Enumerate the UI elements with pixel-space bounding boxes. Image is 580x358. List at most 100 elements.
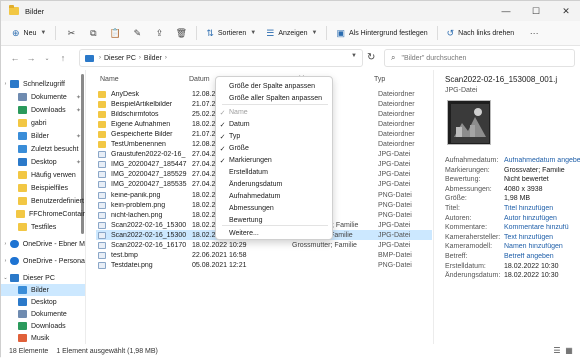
menu-item[interactable]: Größe der Spalte anpassen [216,81,334,92]
chevron-right-icon: › [138,55,141,61]
menu-item-label: Größe [229,145,249,152]
minimize-button[interactable]: — [491,1,521,21]
refresh-button[interactable]: ↻ [367,52,375,63]
menu-item[interactable]: Größe aller Spalten anpassen [216,93,334,104]
property-value[interactable]: Kommentare hinzufü [504,224,580,233]
column-header-type[interactable]: Typ [374,73,385,85]
sidebar-item[interactable]: Testfiles [1,221,85,233]
paste-button[interactable]: 📋 [104,24,126,42]
chevron-right-icon[interactable]: › [1,81,10,87]
property-value[interactable]: Aufnahmedatum angeben [504,157,580,166]
file-type: Dateiordner [378,120,415,128]
sidebar-item[interactable]: ⌄ Dieser PC [1,272,85,284]
sidebar-item[interactable]: Beispielfiles [1,182,85,194]
sidebar-item[interactable]: Musik [1,332,85,344]
sidebar-item[interactable]: Dokumente ✦ [1,91,85,103]
cut-button[interactable]: ✂ [60,24,82,42]
sidebar-item[interactable]: Zuletzt besucht [1,143,85,155]
sidebar-item-label: OneDrive - Persona [23,257,85,265]
download-icon [18,322,27,330]
recent-icon [18,145,27,153]
delete-button[interactable]: 🗑 [170,24,192,42]
up-button[interactable]: ↑ [55,53,71,63]
menu-item[interactable]: Änderungsdatum [216,179,334,190]
set-background-button[interactable]: ▣ Als Hintergrund festlegen [331,24,432,42]
sidebar-item[interactable]: Downloads ✦ [1,104,85,116]
desktop-icon [18,298,27,306]
menu-item[interactable]: Erstelldatum [216,167,334,178]
sidebar-item[interactable]: Benutzerdefiniert [1,195,85,207]
new-button[interactable]: ⊕ Neu ▼ [7,24,51,42]
image-file-icon [98,181,106,189]
file-row[interactable]: test.bmp 22.06.2021 16:58 BMP-Datei [96,251,432,261]
address-bar[interactable]: › Dieser PC › Bilder › ▼ [79,49,363,67]
image-file-icon [98,211,106,219]
column-header-date[interactable]: Datum [189,73,210,85]
rename-button[interactable]: ✎ [126,24,148,42]
divider [326,26,328,40]
view-button[interactable]: ☰ Anzeigen ▼ [261,24,322,42]
property-value: 18.02.2022 10:30 [504,262,559,270]
tiles-view-button[interactable]: ▦ [563,346,575,356]
forward-button[interactable]: → [23,53,39,63]
folder-icon [18,197,27,205]
more-options-button[interactable]: ··· [523,24,545,42]
file-row[interactable]: Testdatei.png 05.08.2021 12:21 PNG-Datei [96,261,432,271]
recent-locations-button[interactable]: ⌄ [39,55,55,62]
new-label: Neu [23,29,37,37]
property-value[interactable]: Titel hinzufügen [504,205,580,214]
cloud-icon [9,240,19,248]
chevron-right-icon[interactable]: › [1,258,10,264]
close-button[interactable]: ✕ [551,1,580,21]
menu-item[interactable]: ✓ Typ [216,131,334,142]
file-row[interactable]: Scan2022-02-16_16170 18.02.2022 10:29 Gros… [96,241,432,251]
sidebar-item[interactable]: Desktop [1,296,85,308]
sidebar-item[interactable]: Dokumente [1,308,85,320]
file-tags: Grossmutter; Familie [292,242,357,249]
menu-item[interactable]: ✓ Markierungen [216,155,334,166]
sidebar-item[interactable]: Desktop ✦ [1,156,85,168]
sidebar-item[interactable]: Downloads [1,320,85,332]
property-value[interactable]: Namen hinzufügen [504,243,580,252]
back-button[interactable]: ← [7,53,23,63]
property-value[interactable]: Autor hinzufügen [504,215,580,224]
maximize-button[interactable]: ☐ [521,1,551,21]
sidebar-item[interactable]: › OneDrive - Persona [1,255,85,267]
sort-label: Sortieren [217,29,247,37]
sort-icon: ⇅ [206,27,214,38]
selection-info: 1 Element ausgewählt (1,98 MB) [56,347,158,355]
menu-item[interactable]: Weitere... [216,228,334,239]
sidebar-item[interactable]: gabri [1,117,85,129]
sort-button[interactable]: ⇅ Sortieren ▼ [201,24,261,42]
copy-button[interactable]: ⧉ [82,24,104,42]
rotate-left-button[interactable]: ↺ Nach links drehen [442,24,520,42]
sidebar-item[interactable]: › OneDrive - Ebner M [1,238,85,250]
sidebar-item[interactable]: Bilder ✦ [1,130,85,142]
sidebar-item[interactable]: › Schnellzugriff [1,78,85,90]
details-view-button[interactable]: ☰ [551,346,563,356]
property-value[interactable]: Text hinzufügen [504,234,580,243]
menu-item-label: Abmessungen [229,205,274,212]
menu-item[interactable]: ✓ Datum [216,119,334,130]
breadcrumb-pictures[interactable]: Bilder [144,55,162,62]
file-type: Dateiordner [378,130,415,138]
file-name: Scan2022-02-16_15300 [111,221,187,229]
file-type: JPG-Datei [378,171,411,179]
chevron-down-icon[interactable]: ▼ [351,53,357,59]
chevron-right-icon[interactable]: › [1,241,10,247]
file-name: BeispielArtikelbilder [111,100,173,108]
sidebar-item[interactable]: FFChromeContair [1,208,85,220]
file-name: TestUmbenennen [111,141,166,148]
column-header-name[interactable]: Name [100,73,119,85]
chevron-right-icon[interactable]: ⌄ [1,275,10,281]
breadcrumb-this-pc[interactable]: Dieser PC [104,55,136,62]
sidebar-item[interactable]: Häufig verwen [1,169,85,181]
menu-item[interactable]: Aufnahmedatum [216,191,334,202]
search-input[interactable]: ⌕ "Bilder" durchsuchen [384,49,575,67]
property-value[interactable]: Betreff angeben [504,253,580,262]
share-button[interactable]: ⇪ [148,24,170,42]
menu-item[interactable]: Abmessungen [216,203,334,214]
sidebar-item[interactable]: Bilder [1,284,85,296]
menu-item-label: Typ [229,133,241,140]
menu-item[interactable]: ✓ Größe [216,143,334,154]
